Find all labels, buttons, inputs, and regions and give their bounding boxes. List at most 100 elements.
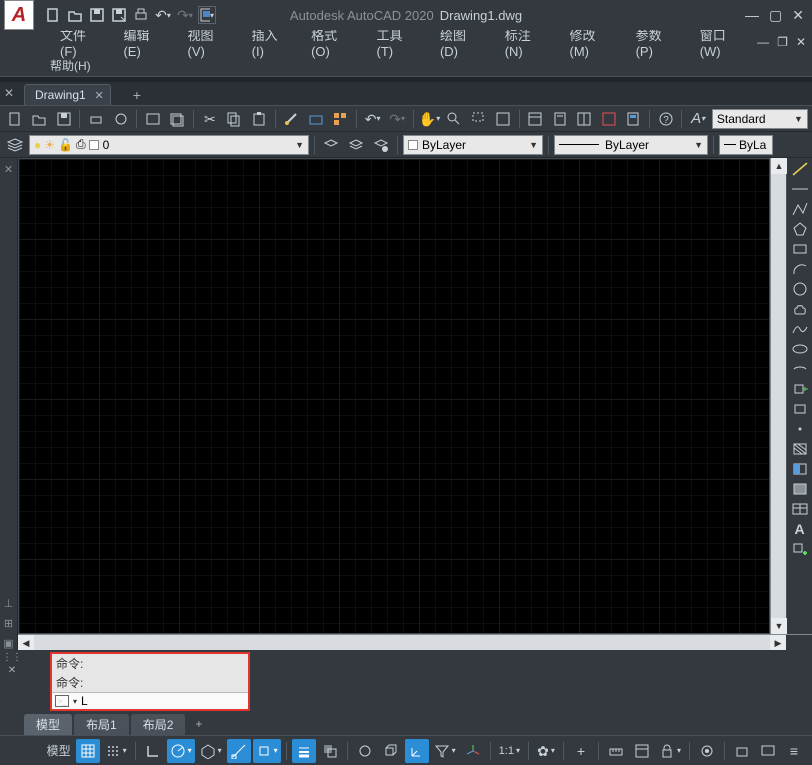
hatch-tool[interactable]	[789, 440, 811, 458]
design-center-button[interactable]	[330, 108, 351, 130]
text-style-combo[interactable]: Standard ▼	[712, 109, 808, 129]
polygon-tool[interactable]	[789, 220, 811, 238]
make-block-tool[interactable]	[789, 400, 811, 418]
save-button[interactable]	[53, 108, 74, 130]
color-combo[interactable]: ByLayer ▼	[403, 135, 543, 155]
menu-help[interactable]: 帮助(H)	[50, 57, 91, 74]
saveas-icon[interactable]	[110, 6, 128, 24]
ortho-button[interactable]	[141, 739, 165, 763]
layout-tab-layout1[interactable]: 布局1	[74, 714, 129, 735]
constraint2-icon[interactable]: ⊞	[2, 616, 16, 630]
copy-button[interactable]	[224, 108, 245, 130]
point-tool[interactable]	[789, 420, 811, 438]
scroll-right-icon[interactable]: ▶	[770, 635, 786, 651]
tabstrip-close-icon[interactable]: ✕	[4, 86, 14, 100]
workspace-icon[interactable]: ▾	[198, 6, 216, 24]
app-logo[interactable]: A	[4, 0, 34, 30]
circle-tool[interactable]	[789, 280, 811, 298]
undo-button[interactable]: ↶▾	[362, 108, 383, 130]
batch-plot-button[interactable]	[167, 108, 188, 130]
drawing-canvas[interactable]	[18, 158, 770, 634]
linetype-combo[interactable]: ByLayer ▼	[554, 135, 708, 155]
quickcalc-button[interactable]	[623, 108, 644, 130]
mdi-minimize-icon[interactable]: —	[757, 35, 769, 49]
3d-osnap-button[interactable]	[379, 739, 403, 763]
layer-lock-button[interactable]	[370, 134, 392, 156]
construction-line-tool[interactable]	[789, 180, 811, 198]
redo-icon[interactable]: ↷▾	[176, 6, 194, 24]
close-icon[interactable]: ✕	[792, 7, 804, 24]
recent-icon[interactable]: ▣	[2, 636, 16, 650]
add-selected-tool[interactable]	[789, 540, 811, 558]
cmd-grip-icon[interactable]: ⋮⋮	[2, 652, 22, 663]
pan-button[interactable]: ✋▾	[419, 108, 440, 130]
selection-cycling-button[interactable]	[353, 739, 377, 763]
palette-close-icon[interactable]: ✕	[2, 162, 16, 176]
annotation-monitor-button[interactable]: +	[569, 739, 593, 763]
mdi-restore-icon[interactable]: ❐	[777, 35, 788, 49]
mdi-close-icon[interactable]: ✕	[796, 35, 806, 49]
workspace-switch-button[interactable]: ✿▾	[534, 739, 558, 763]
layout-tab-model[interactable]: 模型	[24, 714, 72, 735]
text-style-button[interactable]: A▾	[687, 108, 708, 130]
cmd-close-icon[interactable]: ✕	[8, 665, 16, 676]
maximize-icon[interactable]: ▢	[769, 7, 782, 24]
table-tool[interactable]	[789, 500, 811, 518]
zoom-window-button[interactable]	[468, 108, 489, 130]
save-icon[interactable]	[88, 6, 106, 24]
command-dropdown-icon[interactable]: ▾	[73, 697, 77, 706]
file-tab-close-icon[interactable]: ✕	[94, 89, 103, 102]
new-icon[interactable]	[44, 6, 62, 24]
layer-combo[interactable]: ● ☀ 🔓 ⎙ 0 ▼	[29, 135, 309, 155]
arc-tool[interactable]	[789, 260, 811, 278]
paste-button[interactable]	[248, 108, 269, 130]
osnap-button[interactable]: ▾	[253, 739, 281, 763]
insert-block-tool[interactable]	[789, 380, 811, 398]
clean-screen-button[interactable]	[756, 739, 780, 763]
sheet-set-button[interactable]	[549, 108, 570, 130]
lock-ui-button[interactable]: ▾	[656, 739, 684, 763]
help-button[interactable]: ?	[655, 108, 676, 130]
tool-palette-button[interactable]	[574, 108, 595, 130]
file-tab-add[interactable]: +	[125, 85, 149, 105]
status-model-button[interactable]: 模型	[44, 739, 74, 763]
layer-freeze-button[interactable]	[345, 134, 367, 156]
snap-mode-button[interactable]: ▾	[102, 739, 130, 763]
ellipse-tool[interactable]	[789, 340, 811, 358]
file-tab[interactable]: Drawing1 ✕	[24, 84, 111, 105]
layout-tab-layout2[interactable]: 布局2	[131, 714, 186, 735]
gradient-tool[interactable]	[789, 460, 811, 478]
rectangle-tool[interactable]	[789, 240, 811, 258]
hardware-accel-button[interactable]	[730, 739, 754, 763]
line-tool[interactable]	[789, 160, 811, 178]
spline-tool[interactable]	[789, 320, 811, 338]
layer-off-button[interactable]	[320, 134, 342, 156]
new-button[interactable]	[4, 108, 25, 130]
scroll-left-icon[interactable]: ◀	[18, 635, 34, 651]
vertical-scrollbar[interactable]: ▲ ▼	[770, 158, 786, 634]
constraint-icon[interactable]: ⊥	[2, 596, 16, 610]
transparency-button[interactable]	[318, 739, 342, 763]
minimize-icon[interactable]: —	[745, 7, 759, 23]
osnap-tracking-button[interactable]	[227, 739, 251, 763]
matchprop-button[interactable]	[281, 108, 302, 130]
zoom-button[interactable]	[443, 108, 464, 130]
undo-icon[interactable]: ↶▾	[154, 6, 172, 24]
mtext-tool[interactable]: A	[789, 520, 811, 538]
selection-filter-button[interactable]: ▾	[431, 739, 459, 763]
print-icon[interactable]	[132, 6, 150, 24]
preview-button[interactable]	[110, 108, 131, 130]
horizontal-scrollbar[interactable]: ◀ ▶	[18, 634, 812, 650]
layer-manager-button[interactable]	[4, 134, 26, 156]
units-button[interactable]	[604, 739, 628, 763]
scroll-down-icon[interactable]: ▼	[771, 618, 787, 634]
open-button[interactable]	[28, 108, 49, 130]
layout-tab-add[interactable]: +	[187, 715, 210, 733]
polyline-tool[interactable]	[789, 200, 811, 218]
region-tool[interactable]	[789, 480, 811, 498]
scroll-up-icon[interactable]: ▲	[771, 158, 787, 174]
properties-button[interactable]	[525, 108, 546, 130]
revision-cloud-tool[interactable]	[789, 300, 811, 318]
isolate-objects-button[interactable]	[695, 739, 719, 763]
command-input[interactable]: L	[81, 694, 88, 708]
